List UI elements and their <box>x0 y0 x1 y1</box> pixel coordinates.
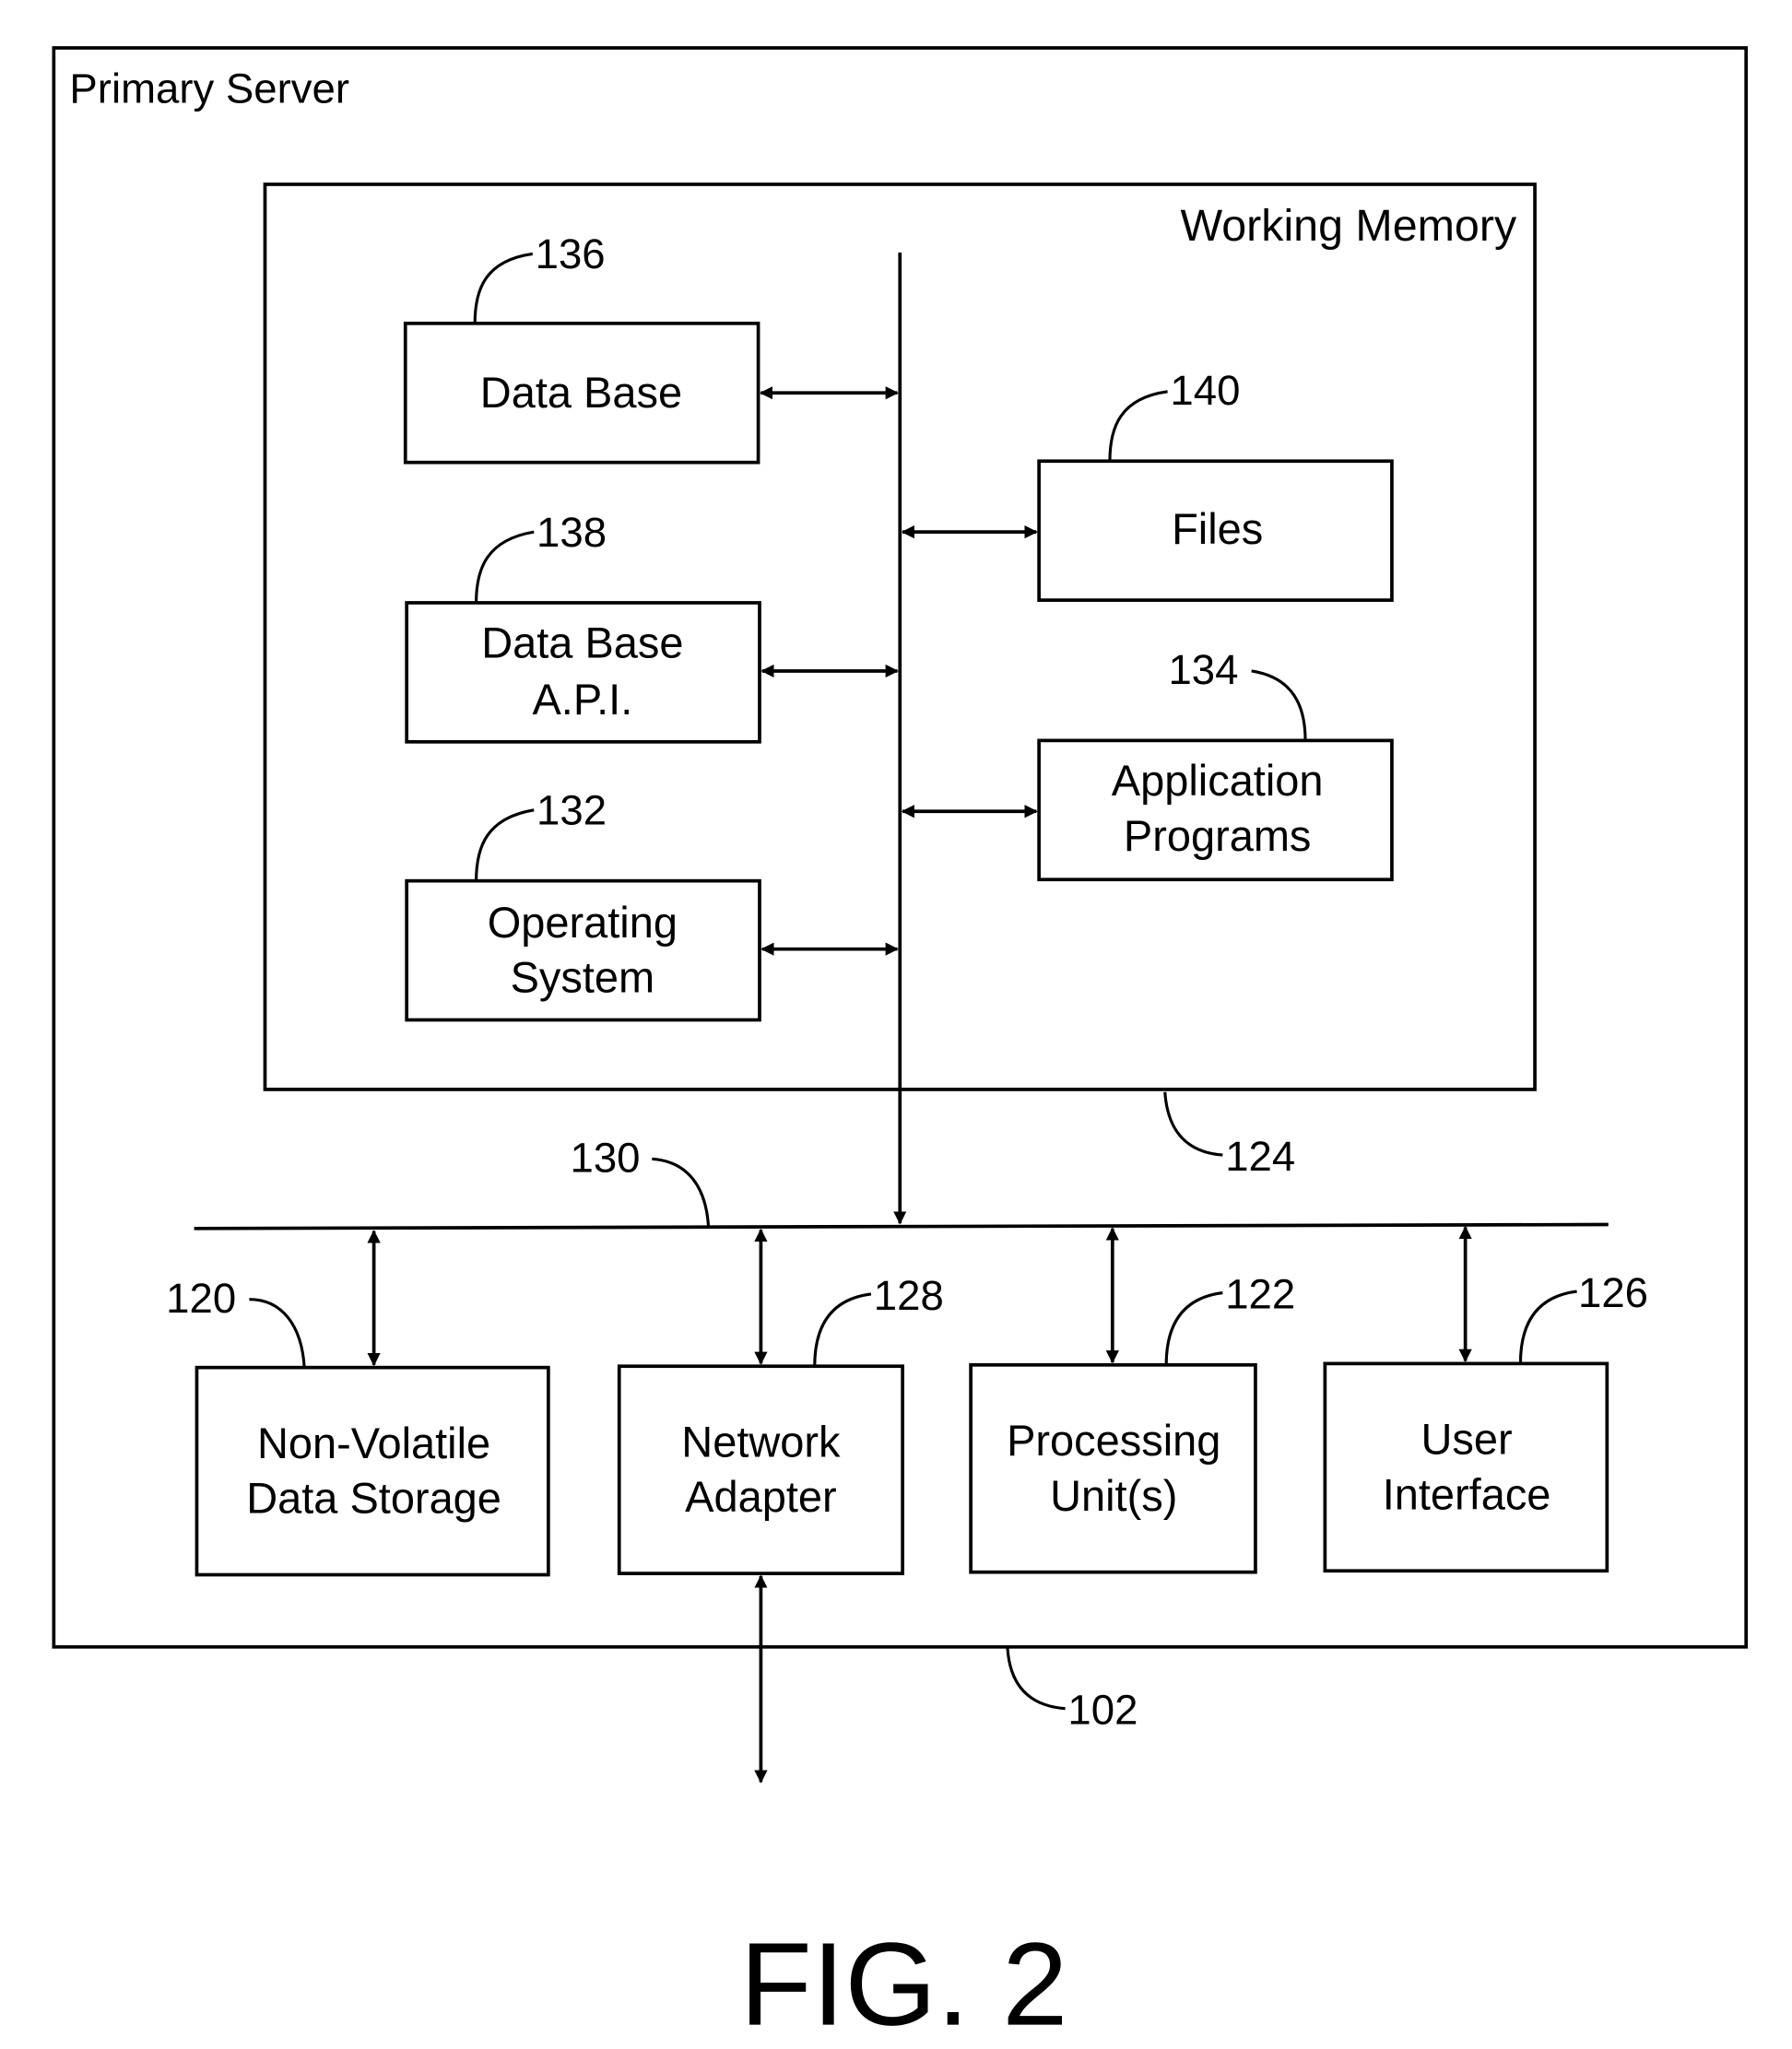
network-adapter-label-line2: Adapter <box>685 1472 836 1521</box>
operating-system-ref: 132 <box>536 786 607 833</box>
user-interface-label-line2: Interface <box>1383 1469 1551 1518</box>
database-api-label-line2: A.P.I. <box>532 675 632 724</box>
files-label: Files <box>1172 504 1263 553</box>
non-volatile-storage-label-line1: Non-Volatile <box>257 1419 490 1467</box>
user-interface-label-line1: User <box>1421 1415 1512 1464</box>
primary-server-ref-leader <box>1006 1648 1066 1711</box>
non-volatile-storage-label-line2: Data Storage <box>246 1474 501 1523</box>
application-programs-label-line1: Application <box>1112 756 1324 805</box>
primary-server-ref: 102 <box>1067 1687 1138 1734</box>
working-memory-ref: 124 <box>1225 1133 1295 1180</box>
network-adapter-label-line1: Network <box>681 1417 841 1466</box>
database-label: Data Base <box>480 368 682 417</box>
processing-units-label-line2: Unit(s) <box>1050 1471 1177 1520</box>
files-ref: 140 <box>1170 367 1240 414</box>
operating-system-label-line2: System <box>511 953 655 1002</box>
database-api-ref: 138 <box>536 509 607 556</box>
application-programs-ref: 134 <box>1168 646 1238 693</box>
network-adapter-ref: 128 <box>874 1272 944 1319</box>
database-ref: 136 <box>536 230 606 277</box>
operating-system-label-line1: Operating <box>488 898 678 947</box>
application-programs-label-line2: Programs <box>1124 811 1312 860</box>
system-bus-ref: 130 <box>571 1135 641 1182</box>
database-api-label-line1: Data Base <box>481 618 683 667</box>
diagram-canvas: Primary Server Working Memory Data Base … <box>52 46 1749 2049</box>
processing-units-label-line1: Processing <box>1007 1416 1220 1465</box>
figure-caption: FIG. 2 <box>740 1919 1068 2049</box>
non-volatile-storage-ref: 120 <box>166 1275 236 1322</box>
primary-server-title: Primary Server <box>69 65 349 112</box>
working-memory-title: Working Memory <box>1180 201 1516 251</box>
processing-units-ref: 122 <box>1225 1271 1295 1318</box>
user-interface-ref: 126 <box>1578 1269 1648 1316</box>
